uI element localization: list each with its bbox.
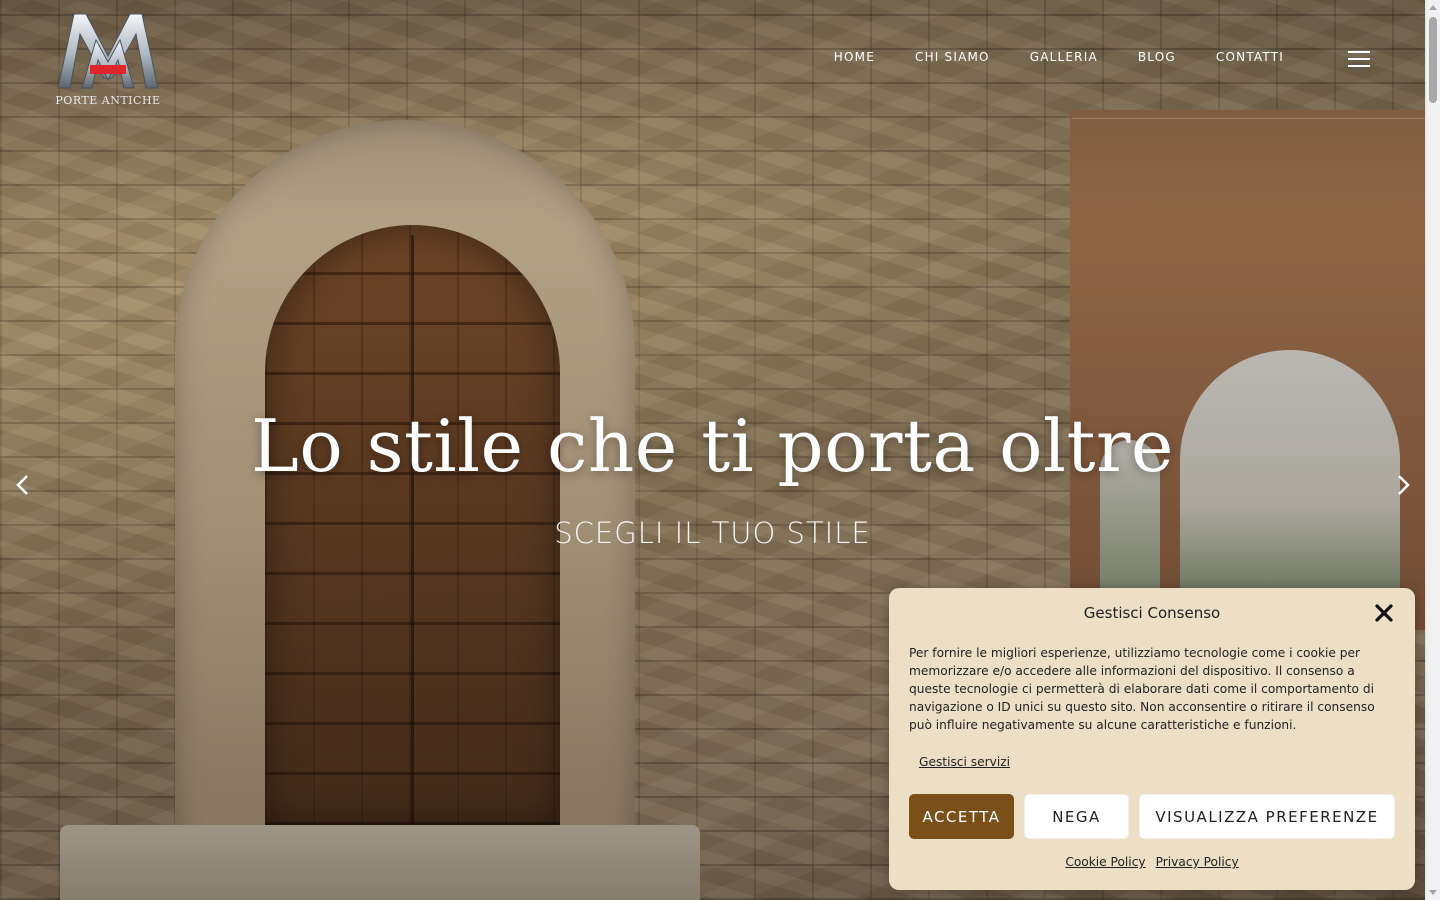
nav-chi-siamo[interactable]: CHI SIAMO — [915, 50, 990, 64]
cookie-consent-dialog: Gestisci Consenso Per fornire le miglior… — [889, 588, 1415, 890]
chevron-left-icon — [16, 475, 28, 495]
privacy-policy-link[interactable]: Privacy Policy — [1156, 855, 1239, 869]
nav-home[interactable]: HOME — [834, 50, 875, 64]
accept-button[interactable]: ACCETTA — [909, 794, 1014, 839]
deny-button[interactable]: NEGA — [1024, 794, 1129, 839]
consent-title: Gestisci Consenso — [1083, 604, 1221, 622]
nav-contatti[interactable]: CONTATTI — [1216, 50, 1284, 64]
scroll-up-arrow-icon[interactable] — [1429, 5, 1437, 10]
nav-galleria[interactable]: GALLERIA — [1030, 50, 1098, 64]
scroll-down-arrow-icon[interactable] — [1429, 890, 1437, 895]
scroll-thumb[interactable] — [1429, 17, 1437, 103]
page: PORTE ANTICHE HOME CHI SIAMO GALLERIA BL… — [0, 0, 1440, 900]
close-icon-glyph — [1375, 604, 1393, 622]
consent-policy-links: Cookie Policy Privacy Policy — [889, 855, 1415, 869]
main-nav: HOME CHI SIAMO GALLERIA BLOG CONTATTI — [834, 50, 1284, 64]
slider-next-arrow[interactable] — [1390, 472, 1416, 498]
page-scrollbar[interactable] — [1425, 0, 1440, 900]
close-icon[interactable] — [1373, 602, 1395, 624]
chevron-right-icon — [1398, 475, 1410, 495]
logo-text: PORTE ANTICHE — [55, 94, 161, 107]
nav-blog[interactable]: BLOG — [1138, 50, 1176, 64]
hero-subtitle: SCEGLI IL TUO STILE — [554, 516, 871, 550]
manage-services-link[interactable]: Gestisci servizi — [919, 755, 1010, 769]
header-divider — [1072, 118, 1425, 119]
slider-prev-arrow[interactable] — [10, 472, 36, 498]
logo-mark-icon — [57, 13, 159, 89]
menu-bar — [1348, 65, 1370, 67]
hero-title: Lo stile che ti porta oltre — [251, 404, 1174, 488]
menu-bar — [1348, 58, 1370, 60]
menu-bar — [1348, 51, 1370, 53]
cookie-policy-link[interactable]: Cookie Policy — [1065, 855, 1145, 869]
view-preferences-button[interactable]: VISUALIZZA PREFERENZE — [1139, 794, 1395, 839]
hamburger-menu-icon[interactable] — [1348, 51, 1372, 69]
consent-description: Per fornire le migliori esperienze, util… — [909, 646, 1375, 732]
site-logo[interactable]: PORTE ANTICHE — [52, 10, 164, 110]
